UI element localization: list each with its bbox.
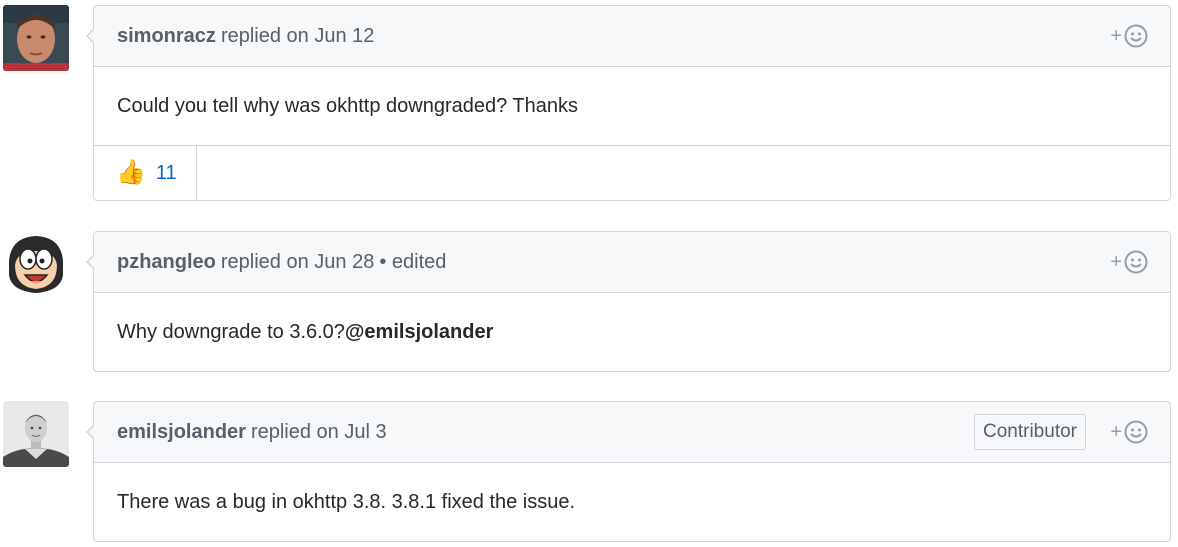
comment-box: pzhangleo replied on Jun 28 • edited + W… (86, 231, 1171, 372)
thumbs-up-reaction[interactable]: 👍 11 (94, 146, 197, 200)
comment-timestamp[interactable]: replied on Jun 12 (221, 25, 374, 48)
comment-text: Why downgrade to 3.6.0? (117, 320, 345, 343)
add-reaction-button[interactable]: + (1110, 23, 1148, 49)
reactions-bar: 👍 11 (94, 145, 1170, 200)
comment-text: There was a bug in okhttp 3.8. 3.8.1 fix… (117, 490, 576, 513)
smiley-icon (1124, 24, 1148, 48)
author-link[interactable]: emilsjolander (117, 421, 246, 444)
smiley-icon (1124, 420, 1148, 444)
reaction-count: 11 (155, 161, 177, 184)
avatar[interactable] (3, 231, 69, 297)
edited-indicator[interactable]: • edited (379, 251, 446, 274)
avatar[interactable] (3, 401, 69, 467)
author-link[interactable]: pzhangleo (117, 251, 216, 274)
add-reaction-button[interactable]: + (1110, 249, 1148, 275)
thumbs-up-icon: 👍 (116, 159, 146, 186)
comment-body: Could you tell why was okhttp downgraded… (94, 67, 1170, 145)
smiley-icon (1124, 250, 1148, 274)
user-mention-link[interactable]: @emilsjolander (345, 321, 493, 344)
add-reaction-button[interactable]: + (1110, 419, 1148, 445)
comment-timestamp[interactable]: replied on Jul 3 (251, 421, 387, 444)
author-link[interactable]: simonracz (117, 25, 216, 48)
plus-icon: + (1110, 251, 1122, 273)
contributor-badge: Contributor (974, 414, 1086, 450)
comment-timestamp[interactable]: replied on Jun 28 (221, 251, 374, 274)
comment-header: pzhangleo replied on Jun 28 • edited + (94, 232, 1170, 293)
comment-body: There was a bug in okhttp 3.8. 3.8.1 fix… (94, 463, 1170, 541)
comment-box: simonracz replied on Jun 12 + Could you … (86, 5, 1171, 201)
plus-icon: + (1110, 421, 1122, 443)
comment-body: Why downgrade to 3.6.0? @emilsjolander (94, 293, 1170, 371)
comment-header: simonracz replied on Jun 12 + (94, 6, 1170, 67)
plus-icon: + (1110, 25, 1122, 47)
comment-header: emilsjolander replied on Jul 3 Contribut… (94, 402, 1170, 463)
comment-text: Could you tell why was okhttp downgraded… (117, 94, 579, 117)
comment-box: emilsjolander replied on Jul 3 Contribut… (86, 401, 1171, 542)
avatar[interactable] (3, 5, 69, 71)
